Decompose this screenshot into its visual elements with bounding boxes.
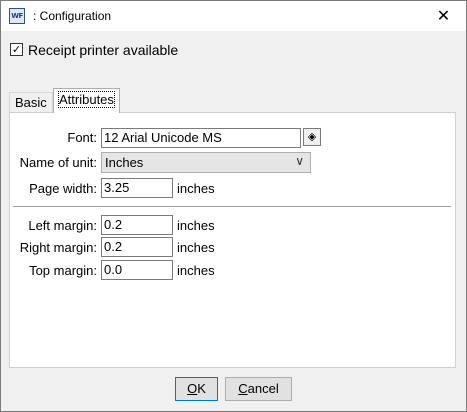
ok-mnemonic: O bbox=[187, 381, 198, 396]
tab-attributes-label: Attributes bbox=[58, 91, 115, 108]
left-margin-unit: inches bbox=[177, 218, 215, 233]
page-width-field[interactable]: 3.25 bbox=[101, 178, 173, 198]
right-margin-label: Right margin: bbox=[19, 240, 97, 255]
cancel-label-rest: ancel bbox=[247, 381, 279, 396]
right-margin-unit: inches bbox=[177, 240, 215, 255]
window-title: : Configuration bbox=[33, 9, 112, 23]
unit-name-value: Inches bbox=[105, 155, 144, 170]
title-bar: WF : Configuration ✕ bbox=[1, 1, 466, 31]
tab-attributes[interactable]: Attributes bbox=[53, 88, 120, 113]
close-button[interactable]: ✕ bbox=[421, 1, 466, 31]
font-field[interactable]: 12 Arial Unicode MS bbox=[101, 128, 301, 148]
ok-label-rest: K bbox=[197, 381, 206, 396]
unit-name-label: Name of unit: bbox=[19, 155, 97, 170]
left-margin-field[interactable]: 0.2 bbox=[101, 215, 173, 235]
top-margin-label: Top margin: bbox=[29, 263, 97, 278]
top-margin-field[interactable]: 0.0 bbox=[101, 260, 173, 280]
top-margin-unit: inches bbox=[177, 263, 215, 278]
receipt-printer-label[interactable]: Receipt printer available bbox=[28, 42, 178, 58]
left-margin-label: Left margin: bbox=[28, 218, 97, 233]
font-picker-icon[interactable]: ◈ bbox=[303, 128, 321, 146]
app-icon: WF bbox=[9, 8, 25, 24]
page-width-unit: inches bbox=[177, 181, 215, 196]
cancel-mnemonic: C bbox=[238, 381, 248, 396]
page-width-label: Page width: bbox=[29, 181, 97, 196]
unit-name-select[interactable]: Inches ∨ bbox=[101, 152, 311, 173]
cancel-button[interactable]: Cancel bbox=[225, 377, 292, 401]
ok-button[interactable]: OK bbox=[175, 377, 218, 401]
receipt-printer-checkbox[interactable]: ✓ bbox=[10, 43, 23, 56]
font-label: Font: bbox=[67, 130, 97, 145]
chevron-down-icon: ∨ bbox=[295, 154, 304, 168]
divider bbox=[13, 206, 451, 207]
right-margin-field[interactable]: 0.2 bbox=[101, 237, 173, 257]
tab-basic[interactable]: Basic bbox=[9, 92, 53, 112]
